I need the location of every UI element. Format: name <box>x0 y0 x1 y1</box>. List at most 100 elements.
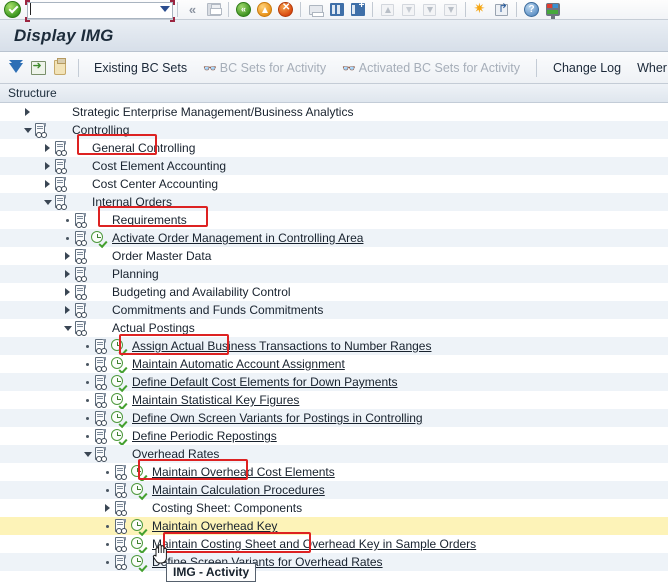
tree-row-label[interactable]: Planning <box>110 267 159 281</box>
tree-row[interactable]: Cost Center Accounting <box>0 175 668 193</box>
tree-row[interactable]: Maintain Calculation Procedures <box>0 481 668 501</box>
tree-row[interactable]: Costing Sheet: Components <box>0 499 668 517</box>
chevron-down-icon[interactable] <box>62 319 73 337</box>
chevron-right-icon[interactable] <box>62 247 73 265</box>
cancel-icon[interactable] <box>276 1 295 19</box>
existing-bc-sets-button[interactable]: Existing BC Sets <box>86 59 195 77</box>
tree-row[interactable]: Budgeting and Availability Control <box>0 283 668 301</box>
tree-row[interactable]: Define Screen Variants for Overhead Rate… <box>0 553 668 573</box>
img-document-icon <box>53 158 68 174</box>
print-icon[interactable] <box>306 1 325 19</box>
tree-row[interactable]: Define Periodic Repostings <box>0 427 668 447</box>
help-icon[interactable]: ? <box>522 1 541 19</box>
tree-row[interactable]: Order Master Data <box>0 247 668 265</box>
img-activity-icon[interactable] <box>110 392 128 411</box>
tree-row-label[interactable]: Requirements <box>110 213 187 227</box>
save-icon[interactable] <box>204 1 223 19</box>
chevron-down-icon[interactable] <box>160 5 170 12</box>
tree-row[interactable]: Maintain Overhead Key <box>0 517 668 537</box>
tree-row-label[interactable]: Maintain Statistical Key Figures <box>130 393 299 407</box>
tree-row[interactable]: Assign Actual Business Transactions to N… <box>0 337 668 357</box>
tree-row-label[interactable]: Maintain Costing Sheet and Overhead Key … <box>150 537 476 551</box>
tree-row-label[interactable]: Internal Orders <box>90 195 172 209</box>
tree-row-label[interactable]: Costing Sheet: Components <box>150 501 302 515</box>
tree-row-label[interactable]: Cost Center Accounting <box>90 177 218 191</box>
create-session-icon[interactable] <box>471 0 490 19</box>
back-chevron-icon[interactable]: « <box>183 1 202 19</box>
tree-row[interactable]: Define Own Screen Variants for Postings … <box>0 409 668 429</box>
clipboard-icon[interactable] <box>49 57 71 79</box>
tree-row[interactable]: Maintain Overhead Cost Elements <box>0 463 668 483</box>
select-subtree-icon[interactable] <box>27 57 49 79</box>
tree-row-label[interactable]: Maintain Automatic Account Assignment <box>130 357 345 371</box>
tree-row[interactable]: Requirements <box>0 211 668 229</box>
tree-row[interactable]: Controlling <box>0 121 668 139</box>
chevron-right-icon[interactable] <box>22 103 33 121</box>
where-used-button[interactable]: Wher <box>629 59 668 77</box>
expand-all-icon[interactable] <box>5 57 27 79</box>
tree-row[interactable]: Cost Element Accounting <box>0 157 668 175</box>
img-activity-icon[interactable] <box>110 410 128 429</box>
change-log-button[interactable]: Change Log <box>545 59 629 77</box>
tree-row-label[interactable]: Order Master Data <box>110 249 211 263</box>
tree-row-label[interactable]: Controlling <box>70 123 129 137</box>
tree-row-label[interactable]: Cost Element Accounting <box>90 159 226 173</box>
tree-row-label[interactable]: Define Periodic Repostings <box>130 429 277 443</box>
back-icon[interactable]: « <box>234 1 253 19</box>
img-activity-icon[interactable] <box>130 464 148 483</box>
tree-row[interactable]: Maintain Costing Sheet and Overhead Key … <box>0 535 668 555</box>
tree-row-label[interactable]: Budgeting and Availability Control <box>110 285 291 299</box>
img-activity-icon[interactable] <box>130 554 148 573</box>
command-input[interactable] <box>27 2 173 19</box>
tree-row-label[interactable]: Activate Order Management in Controlling… <box>110 231 363 245</box>
layout-menu-icon[interactable] <box>543 1 562 19</box>
img-activity-icon[interactable] <box>110 374 128 393</box>
img-activity-icon[interactable] <box>110 338 128 357</box>
tree-row-label[interactable]: Strategic Enterprise Management/Business… <box>70 105 353 119</box>
shortcut-icon[interactable] <box>492 1 511 19</box>
img-activity-icon[interactable] <box>130 518 148 537</box>
tree-row[interactable]: General Controlling <box>0 139 668 157</box>
tree-row[interactable]: Commitments and Funds Commitments <box>0 301 668 319</box>
chevron-right-icon[interactable] <box>102 499 113 517</box>
leaf-dot-icon <box>82 409 93 427</box>
tree-row[interactable]: Maintain Automatic Account Assignment <box>0 355 668 375</box>
chevron-down-icon[interactable] <box>22 121 33 139</box>
tree-row-label[interactable]: Define Own Screen Variants for Postings … <box>130 411 423 425</box>
tree-row[interactable]: Strategic Enterprise Management/Business… <box>0 103 668 121</box>
img-activity-icon[interactable] <box>110 356 128 375</box>
tree-row-label[interactable]: Assign Actual Business Transactions to N… <box>130 339 431 353</box>
tree-row-label[interactable]: Maintain Calculation Procedures <box>150 483 325 497</box>
tree-row-label[interactable]: Overhead Rates <box>130 447 219 461</box>
chevron-right-icon[interactable] <box>42 175 53 193</box>
chevron-down-icon[interactable] <box>42 193 53 211</box>
chevron-right-icon[interactable] <box>42 157 53 175</box>
chevron-right-icon[interactable] <box>62 265 73 283</box>
find-icon[interactable] <box>327 1 346 19</box>
img-activity-icon[interactable] <box>130 482 148 501</box>
find-next-icon[interactable] <box>348 0 367 19</box>
tree-row[interactable]: Define Default Cost Elements for Down Pa… <box>0 373 668 393</box>
img-activity-icon[interactable] <box>110 428 128 447</box>
img-structure-tree[interactable]: Strategic Enterprise Management/Business… <box>0 103 668 582</box>
tree-row[interactable]: Planning <box>0 265 668 283</box>
img-activity-icon[interactable] <box>130 536 148 555</box>
chevron-down-icon[interactable] <box>82 445 93 463</box>
tree-row[interactable]: Overhead Rates <box>0 445 668 463</box>
tree-row[interactable]: Activate Order Management in Controlling… <box>0 229 668 249</box>
tree-row[interactable]: Actual Postings <box>0 319 668 337</box>
tree-row-label[interactable]: Define Default Cost Elements for Down Pa… <box>130 375 397 389</box>
chevron-right-icon[interactable] <box>62 283 73 301</box>
tree-row[interactable]: Internal Orders <box>0 193 668 211</box>
tree-row-label[interactable]: Commitments and Funds Commitments <box>110 303 323 317</box>
tree-row-label[interactable]: Maintain Overhead Cost Elements <box>150 465 335 479</box>
chevron-right-icon[interactable] <box>62 301 73 319</box>
tree-row-label[interactable]: Actual Postings <box>110 321 195 335</box>
tree-row-label[interactable]: General Controlling <box>90 141 195 155</box>
tree-row-label[interactable]: Maintain Overhead Key <box>150 519 277 533</box>
chevron-right-icon[interactable] <box>42 139 53 157</box>
ok-enter-button[interactable] <box>4 1 21 18</box>
tree-row[interactable]: Maintain Statistical Key Figures <box>0 391 668 411</box>
img-activity-icon[interactable] <box>90 230 108 249</box>
exit-up-icon[interactable] <box>255 1 274 19</box>
